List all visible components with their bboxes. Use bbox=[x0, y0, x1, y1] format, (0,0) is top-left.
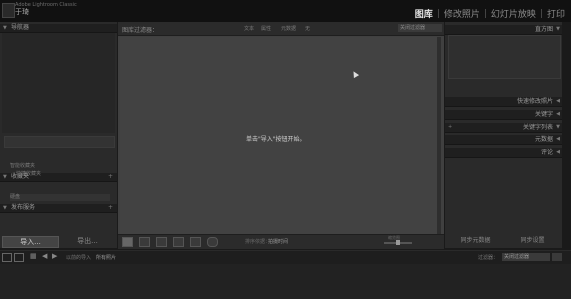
keyword-list-title: 关键字列表 bbox=[522, 124, 553, 131]
publish-title: 发布服务 bbox=[11, 204, 36, 211]
collapse-triangle-icon: ◀ bbox=[556, 136, 560, 142]
sort-dropdown[interactable]: 拍摄时间 bbox=[268, 238, 288, 245]
library-filter-title: 图库过滤器： bbox=[122, 27, 159, 34]
module-separator: | bbox=[483, 8, 487, 19]
collapse-triangle-icon: ▼ bbox=[3, 205, 7, 211]
keywording-header[interactable]: 关键字 ◀ bbox=[445, 110, 562, 120]
module-print[interactable]: 打印 bbox=[547, 7, 565, 20]
quick-develop-header[interactable]: 快速修改照片 ◀ bbox=[445, 97, 562, 107]
sync-metadata-button[interactable]: 同步元数据 bbox=[448, 236, 503, 246]
screen-2-icon[interactable] bbox=[14, 253, 24, 262]
filmstrip[interactable] bbox=[0, 264, 571, 299]
survey-view-icon[interactable] bbox=[173, 237, 184, 247]
right-panel-scrollbar[interactable] bbox=[562, 22, 571, 248]
grid-scrollbar[interactable] bbox=[437, 37, 441, 234]
filter-option-none[interactable]: 无 bbox=[305, 25, 310, 32]
add-collection-icon[interactable]: + bbox=[108, 173, 113, 181]
publish-item-harddrive[interactable]: 硬盘 bbox=[10, 194, 110, 201]
comments-header[interactable]: 评论 ◀ bbox=[445, 148, 562, 158]
add-publish-icon[interactable]: + bbox=[108, 204, 113, 212]
module-develop[interactable]: 修改照片 bbox=[444, 7, 480, 20]
collapse-triangle-icon: ▼ bbox=[3, 25, 7, 31]
metadata-title: 元数据 bbox=[534, 136, 553, 143]
collapse-triangle-icon: ▼ bbox=[556, 124, 560, 130]
export-button[interactable]: 导出... bbox=[60, 236, 115, 246]
module-picker: 图库 | 修改照片 | 幻灯片放映 | 打印 bbox=[415, 7, 565, 21]
histogram-title: 直方图 bbox=[534, 26, 553, 33]
navigator-preview[interactable] bbox=[2, 33, 115, 133]
histogram-header[interactable]: 直方图 ▼ bbox=[445, 25, 562, 35]
comments-title: 评论 bbox=[540, 149, 553, 156]
collection-item-quick[interactable]: 快捷收藏夹 bbox=[16, 171, 41, 178]
thumbnail-slider-knob[interactable] bbox=[396, 240, 400, 245]
filmstrip-source-folder[interactable]: 所有照片 bbox=[96, 254, 116, 261]
filter-option-attribute[interactable]: 属性 bbox=[261, 25, 271, 32]
add-keyword-icon[interactable]: + bbox=[448, 123, 452, 132]
collection-item-smart[interactable]: 智能收藏夹 bbox=[10, 163, 35, 170]
collapse-triangle-icon: ◀ bbox=[556, 98, 560, 104]
sync-settings-button[interactable]: 同步设置 bbox=[505, 236, 560, 246]
module-separator: | bbox=[436, 8, 440, 19]
navigator-header[interactable]: ▼ 导航器 bbox=[0, 24, 117, 33]
people-view-icon[interactable] bbox=[190, 237, 201, 247]
keywording-title: 关键字 bbox=[534, 111, 553, 118]
metadata-header[interactable]: 元数据 ◀ bbox=[445, 135, 562, 145]
spray-can-icon[interactable] bbox=[207, 237, 218, 247]
compare-view-icon[interactable] bbox=[156, 237, 167, 247]
filter-option-text[interactable]: 文本 bbox=[244, 25, 254, 32]
keyword-list-header[interactable]: + 关键字列表 ▼ bbox=[445, 123, 562, 133]
sort-label: 排序依据： bbox=[245, 239, 271, 245]
collapse-triangle-icon: ◀ bbox=[556, 111, 560, 117]
module-slideshow[interactable]: 幻灯片放映 bbox=[491, 7, 536, 20]
grid-icon[interactable]: ▦ bbox=[30, 253, 38, 260]
forward-arrow-icon[interactable]: ▶ bbox=[52, 253, 60, 260]
publish-header[interactable]: ▼ 发布服务 + bbox=[0, 204, 117, 213]
screen-1-icon[interactable] bbox=[2, 253, 12, 262]
filter-preset-dropdown[interactable]: 关闭过滤器 bbox=[398, 24, 442, 32]
histogram-display bbox=[448, 35, 561, 79]
quick-develop-title: 快速修改照片 bbox=[516, 98, 553, 105]
import-button[interactable]: 导入... bbox=[2, 236, 59, 248]
back-arrow-icon[interactable]: ◀ bbox=[42, 253, 50, 260]
collapse-triangle-icon: ▼ bbox=[3, 174, 7, 180]
identity-name: 于琦 bbox=[15, 8, 29, 16]
collapse-triangle-icon: ▼ bbox=[556, 26, 560, 32]
app-logo-icon bbox=[2, 3, 15, 18]
module-separator: | bbox=[539, 8, 543, 19]
collapse-triangle-icon: ◀ bbox=[556, 149, 560, 155]
grid-view-icon[interactable] bbox=[122, 237, 133, 247]
filmstrip-source-label[interactable]: 以前的导入 bbox=[66, 254, 91, 261]
filter-option-metadata[interactable]: 元数据 bbox=[281, 25, 296, 32]
catalog-row[interactable] bbox=[4, 136, 115, 148]
empty-grid-message: 单击"导入"按钮开始。 bbox=[246, 136, 306, 143]
loupe-view-icon[interactable] bbox=[139, 237, 150, 247]
navigator-title: 导航器 bbox=[11, 24, 30, 31]
filmstrip-filter-dropdown[interactable]: 关闭过滤器 bbox=[502, 253, 550, 261]
filmstrip-filter-label: 过滤器： bbox=[478, 255, 499, 261]
module-library[interactable]: 图库 bbox=[415, 7, 433, 20]
filter-toggle-icon[interactable] bbox=[552, 253, 562, 261]
